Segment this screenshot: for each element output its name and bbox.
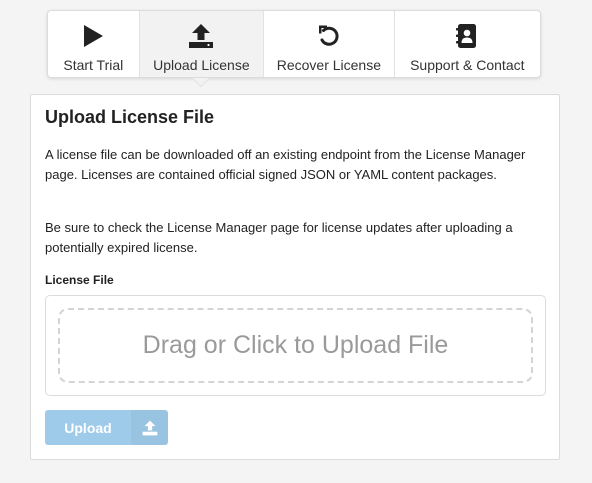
note-paragraph: Be sure to check the License Manager pag… bbox=[45, 220, 513, 255]
contact-book-icon bbox=[456, 23, 478, 49]
tab-support-contact[interactable]: Support & Contact bbox=[395, 11, 540, 77]
license-file-label: License File bbox=[45, 273, 114, 287]
tab-label: Upload License bbox=[153, 57, 250, 73]
file-drop-container: Drag or Click to Upload File bbox=[45, 295, 546, 396]
card-title: Upload License File bbox=[45, 107, 215, 127]
tab-upload-license[interactable]: Upload License bbox=[139, 11, 265, 77]
upload-license-card: Upload License File A license file can b… bbox=[30, 94, 560, 460]
license-tabs: Start Trial Upload License Recover Licen… bbox=[47, 10, 541, 78]
play-icon bbox=[82, 23, 104, 49]
tab-recover-license[interactable]: Recover License bbox=[264, 11, 395, 77]
file-drop-zone[interactable]: Drag or Click to Upload File bbox=[58, 308, 533, 383]
description-paragraph: A license file can be downloaded off an … bbox=[45, 147, 526, 182]
undo-icon bbox=[316, 23, 342, 49]
tab-label: Recover License bbox=[276, 57, 381, 73]
tab-start-trial[interactable]: Start Trial bbox=[48, 11, 140, 77]
upload-icon bbox=[131, 410, 168, 445]
tab-label: Support & Contact bbox=[410, 57, 525, 73]
drop-zone-text: Drag or Click to Upload File bbox=[142, 331, 449, 359]
tab-label: Start Trial bbox=[63, 57, 124, 73]
upload-icon bbox=[188, 23, 214, 49]
upload-button-label: Upload bbox=[64, 419, 112, 436]
upload-button[interactable]: Upload bbox=[45, 410, 168, 445]
